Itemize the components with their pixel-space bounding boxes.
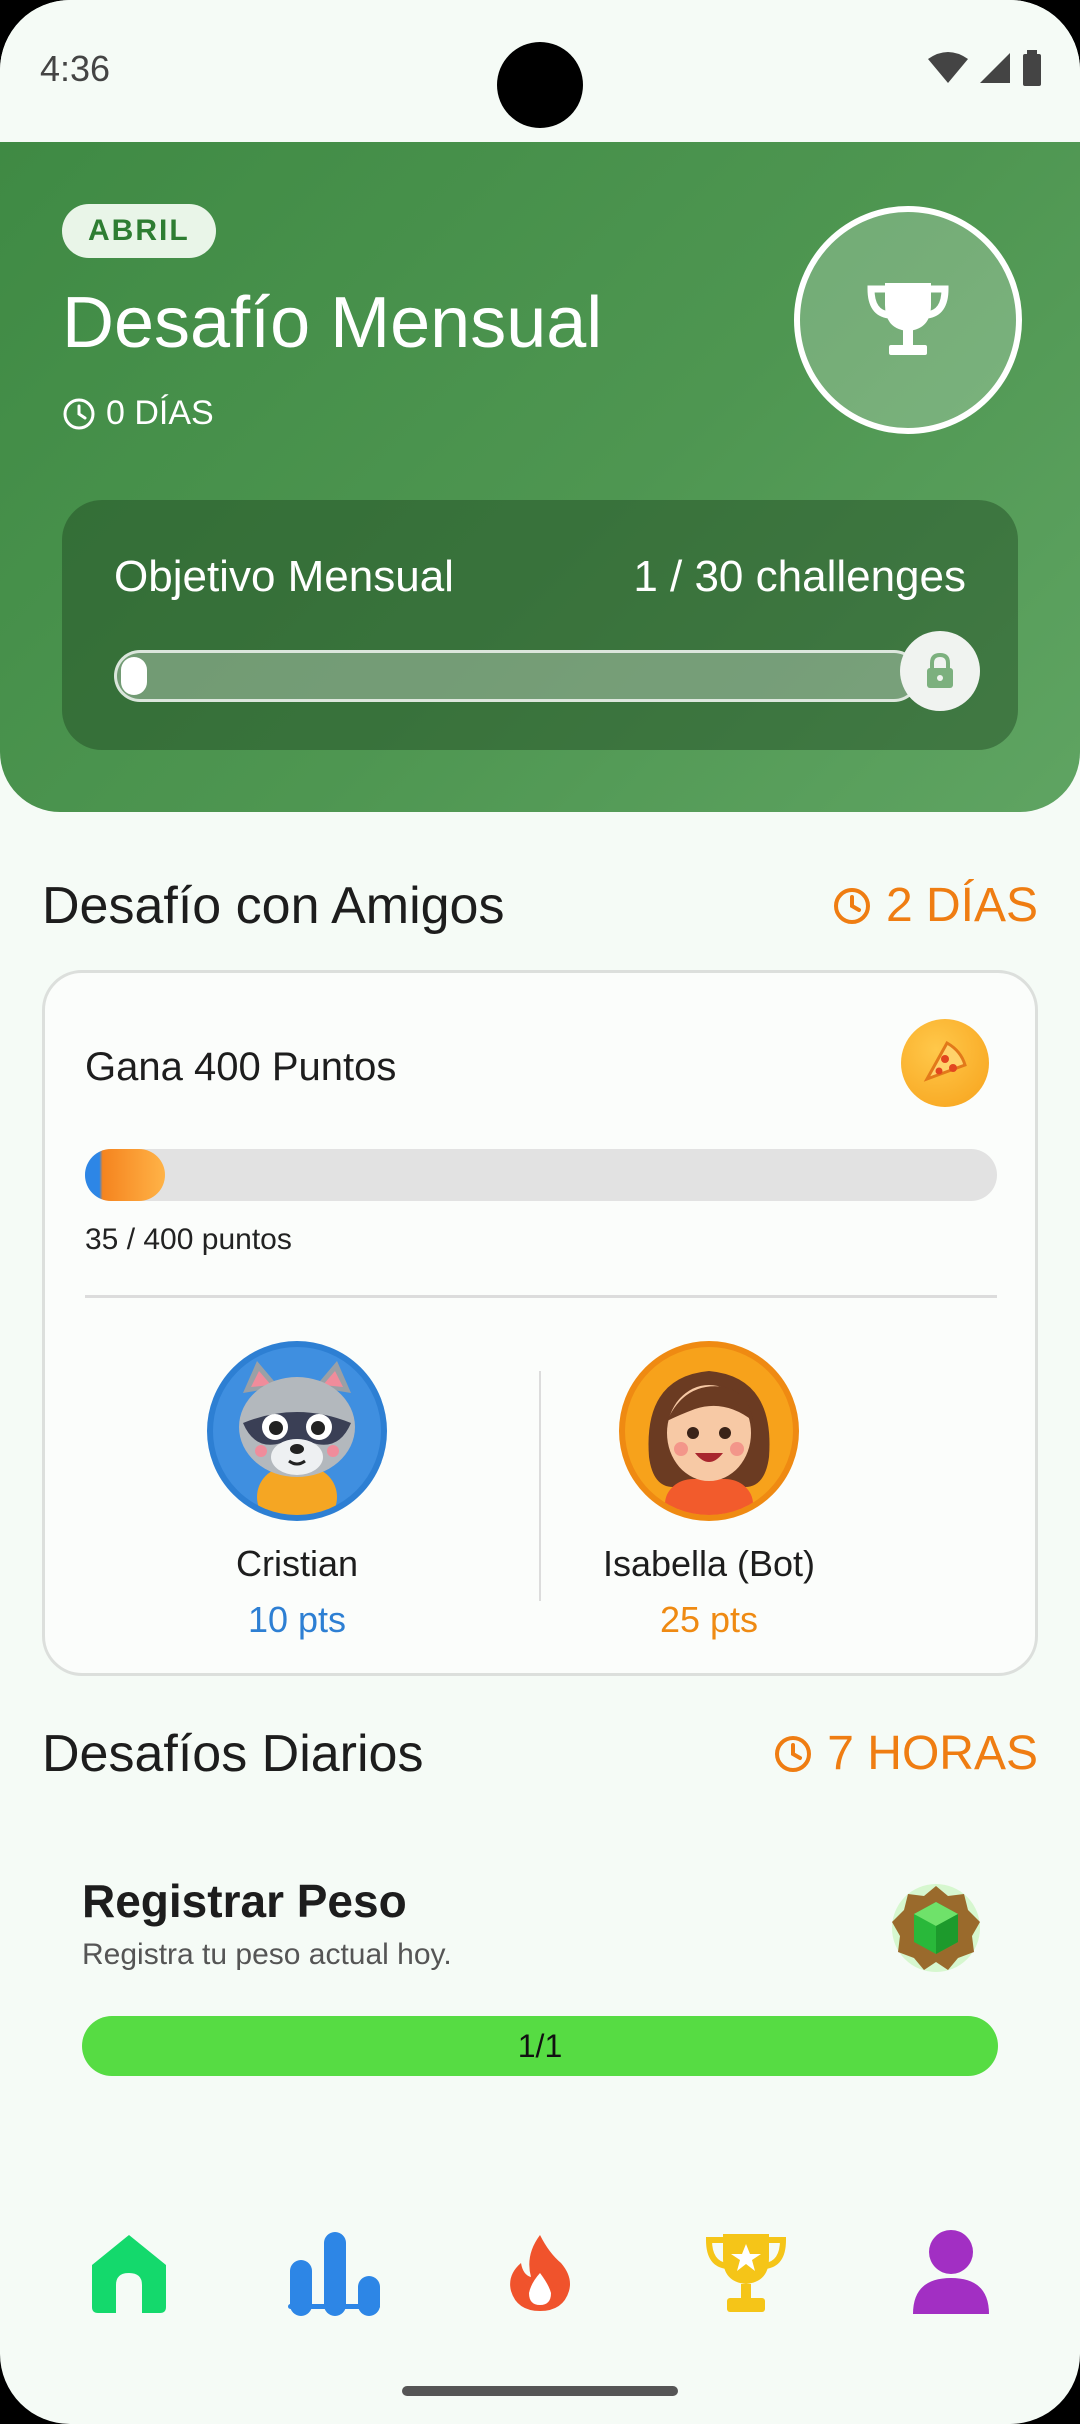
player-name: Isabella (Bot) — [602, 1543, 816, 1584]
monthly-challenge-header: ABRIL Desafío Mensual 0 DÍAS Objetivo Me… — [0, 142, 1080, 812]
gem-icon — [892, 1884, 980, 1972]
nav-home[interactable] — [74, 2218, 184, 2328]
status-bar: 4:36 — [0, 0, 1080, 142]
friends-challenge-card[interactable]: Gana 400 Puntos 35 / 400 puntos Cristian… — [42, 970, 1038, 1676]
goal-label: Objetivo Mensual — [114, 552, 454, 601]
daily-task-title: Registrar Peso — [82, 1875, 407, 1927]
friends-progress-fill — [85, 1149, 165, 1201]
daily-timer-text: 7 HORAS — [827, 1727, 1038, 1780]
clock-icon — [833, 887, 870, 924]
pizza-icon — [923, 1040, 967, 1082]
days-left-text: 0 DÍAS — [106, 394, 214, 432]
daily-section-title: Desafíos Diarios — [42, 1725, 424, 1783]
phone-screen: 4:36 ABRIL Desafío Mensual 0 DÍAS Objeti… — [0, 0, 1080, 2424]
camera-cutout — [497, 42, 583, 128]
trophy-icon — [705, 2234, 787, 2312]
profile-icon — [913, 2230, 989, 2314]
daily-progress-bar: 1/1 — [82, 2016, 998, 2076]
lock-icon — [927, 653, 953, 688]
player-name: Cristian — [235, 1543, 359, 1584]
friends-section-title: Desafío con Amigos — [42, 877, 505, 935]
month-badge: ABRIL — [62, 204, 216, 258]
player-card-2: Isabella (Bot) 25 pts — [499, 1341, 919, 1641]
friends-timer: 2 DÍAS — [832, 878, 1038, 933]
clock-icon — [775, 1735, 812, 1772]
trophy-icon — [867, 283, 949, 355]
monthly-progress-fill — [121, 657, 147, 695]
bottom-navigation — [0, 2200, 1080, 2360]
lock-badge — [900, 631, 980, 711]
player-card-1: Cristian 10 pts — [87, 1341, 507, 1641]
page-title: Desafío Mensual — [62, 283, 603, 363]
daily-timer: 7 HORAS — [773, 1726, 1038, 1781]
nav-profile[interactable] — [896, 2218, 1006, 2328]
wifi-icon — [928, 52, 968, 83]
signal-icon — [980, 53, 1010, 83]
clock-icon — [63, 398, 95, 429]
nav-challenges[interactable] — [691, 2218, 801, 2328]
active-tab-indicator — [288, 2304, 380, 2309]
raccoon-avatar-icon — [239, 1361, 355, 1515]
pizza-coin — [901, 1019, 989, 1107]
trophy-badge — [794, 206, 1022, 434]
monthly-goal-card: Objetivo Mensual 1 / 30 challenges — [62, 500, 1018, 750]
friends-progress-bar — [85, 1149, 997, 1201]
divider — [85, 1295, 997, 1298]
nav-streak[interactable] — [485, 2218, 595, 2328]
avatar — [207, 1341, 387, 1521]
flame-icon — [510, 2235, 570, 2311]
daily-progress-text: 1/1 — [517, 2027, 563, 2064]
status-icons — [928, 50, 1042, 86]
home-icon — [92, 2235, 166, 2313]
girl-avatar-icon — [648, 1371, 770, 1515]
monthly-progress-bar — [114, 650, 920, 702]
goal-value: 1 / 30 challenges — [633, 552, 966, 601]
daily-task-description: Registra tu peso actual hoy. — [82, 1938, 452, 1971]
friends-timer-text: 2 DÍAS — [885, 879, 1038, 932]
nav-stats[interactable] — [279, 2218, 389, 2328]
home-indicator[interactable] — [402, 2386, 678, 2396]
player-points: 25 pts — [659, 1599, 759, 1640]
status-time: 4:36 — [40, 48, 111, 89]
avatar — [619, 1341, 799, 1521]
days-left: 0 DÍAS — [62, 394, 214, 433]
challenge-title: Gana 400 Puntos — [85, 1045, 397, 1089]
battery-icon — [1023, 50, 1041, 86]
player-points: 10 pts — [247, 1599, 347, 1640]
points-text: 35 / 400 puntos — [85, 1223, 292, 1256]
